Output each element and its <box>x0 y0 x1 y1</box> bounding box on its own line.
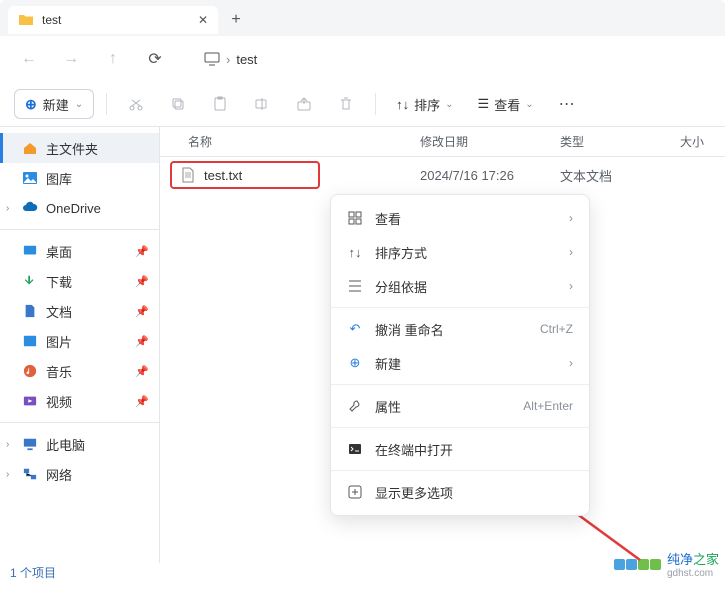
pictures-icon <box>22 333 38 349</box>
ctx-view[interactable]: 查看 › <box>331 201 589 235</box>
sidebar-item-desktop[interactable]: 桌面 📌 <box>0 236 159 266</box>
file-name: test.txt <box>204 168 242 183</box>
file-row[interactable]: test.txt 2024/7/16 17:26 文本文档 <box>160 157 725 193</box>
forward-button[interactable]: → <box>56 44 86 74</box>
sort-icon: ↑↓ <box>347 244 363 260</box>
sidebar-item-pictures[interactable]: 图片 📌 <box>0 326 159 356</box>
wrench-icon <box>347 398 363 414</box>
new-tab-button[interactable]: + <box>222 6 250 34</box>
ctx-terminal[interactable]: 在终端中打开 <box>331 432 589 466</box>
ctx-undo[interactable]: ↶ 撤消 重命名 Ctrl+Z <box>331 312 589 346</box>
undo-icon: ↶ <box>347 321 363 337</box>
pin-icon: 📌 <box>135 305 149 318</box>
download-icon <box>22 273 38 289</box>
file-highlight: test.txt <box>170 161 320 189</box>
context-menu: 查看 › ↑↓ 排序方式 › 分组依据 › ↶ 撤消 重命名 Ctrl+Z ⊕ … <box>330 194 590 516</box>
column-date[interactable]: 修改日期 <box>420 133 560 150</box>
more-button[interactable]: ⋯ <box>550 89 584 119</box>
chevron-down-icon: ⌄ <box>75 99 83 110</box>
share-icon[interactable] <box>287 89 321 119</box>
column-size[interactable]: 大小 <box>680 133 704 150</box>
chevron-right-icon: › <box>569 279 573 293</box>
chevron-down-icon: ⌄ <box>525 99 533 110</box>
file-date: 2024/7/16 17:26 <box>420 168 560 183</box>
sort-icon: ↑↓ <box>396 97 409 112</box>
chevron-right-icon: › <box>226 52 230 67</box>
column-type[interactable]: 类型 <box>560 133 680 150</box>
monitor-icon <box>204 51 220 67</box>
shortcut: Ctrl+Z <box>540 322 573 336</box>
cloud-icon <box>22 200 38 216</box>
status-bar: 1 个项目 <box>10 564 56 581</box>
document-icon <box>22 303 38 319</box>
column-name[interactable]: 名称 <box>160 133 420 150</box>
home-icon <box>22 140 38 156</box>
sidebar-item-onedrive[interactable]: › OneDrive <box>0 193 159 223</box>
sidebar-item-thispc[interactable]: › 此电脑 <box>0 429 159 459</box>
shortcut: Alt+Enter <box>523 399 573 413</box>
grid-icon <box>347 210 363 226</box>
chevron-right-icon: › <box>569 245 573 259</box>
gallery-icon <box>22 170 38 186</box>
tab-title: test <box>42 13 61 27</box>
ctx-properties[interactable]: 属性 Alt+Enter <box>331 389 589 423</box>
pin-icon: 📌 <box>135 395 149 408</box>
chevron-right-icon: › <box>569 211 573 225</box>
sort-button[interactable]: ↑↓ 排序 ⌄ <box>388 89 461 119</box>
pin-icon: 📌 <box>135 365 149 378</box>
file-type: 文本文档 <box>560 166 680 185</box>
pc-icon <box>22 436 38 452</box>
terminal-icon <box>347 441 363 457</box>
video-icon <box>22 393 38 409</box>
group-icon <box>347 278 363 294</box>
chevron-down-icon: ⌄ <box>445 99 453 110</box>
chevron-right-icon: › <box>6 439 9 450</box>
close-icon[interactable]: ✕ <box>198 13 208 27</box>
music-icon <box>22 363 38 379</box>
textfile-icon <box>180 167 196 183</box>
folder-icon <box>18 12 34 28</box>
refresh-button[interactable]: ⟳ <box>140 44 170 74</box>
new-button[interactable]: ⊕ 新建 ⌄ <box>14 89 94 119</box>
new-label: 新建 <box>43 95 69 114</box>
chevron-right-icon: › <box>6 469 9 480</box>
ctx-more[interactable]: 显示更多选项 <box>331 475 589 509</box>
view-icon: ☰ <box>478 96 490 112</box>
plus-icon: ⊕ <box>347 355 363 371</box>
sidebar-item-music[interactable]: 音乐 📌 <box>0 356 159 386</box>
delete-icon[interactable] <box>329 89 363 119</box>
sidebar-item-gallery[interactable]: 图库 <box>0 163 159 193</box>
rename-icon[interactable] <box>245 89 279 119</box>
more-icon <box>347 484 363 500</box>
watermark: 纯净之家 gdhst.com <box>614 549 719 579</box>
sidebar-item-documents[interactable]: 文档 📌 <box>0 296 159 326</box>
sidebar: 主文件夹 图库 › OneDrive 桌面 📌 下载 📌 文档 📌 <box>0 127 160 563</box>
tab-test[interactable]: test ✕ <box>8 6 218 34</box>
sidebar-item-network[interactable]: › 网络 <box>0 459 159 489</box>
up-button[interactable]: ↑ <box>98 44 128 74</box>
ctx-sort[interactable]: ↑↓ 排序方式 › <box>331 235 589 269</box>
sidebar-item-videos[interactable]: 视频 📌 <box>0 386 159 416</box>
pin-icon: 📌 <box>135 275 149 288</box>
cut-icon[interactable] <box>119 89 153 119</box>
network-icon <box>22 466 38 482</box>
chevron-right-icon: › <box>6 203 9 214</box>
view-button[interactable]: ☰ 查看 ⌄ <box>470 89 542 119</box>
pin-icon: 📌 <box>135 245 149 258</box>
path-segment[interactable]: test <box>236 52 257 67</box>
desktop-icon <box>22 243 38 259</box>
ctx-new[interactable]: ⊕ 新建 › <box>331 346 589 380</box>
sidebar-item-home[interactable]: 主文件夹 <box>0 133 159 163</box>
pin-icon: 📌 <box>135 335 149 348</box>
sidebar-item-downloads[interactable]: 下载 📌 <box>0 266 159 296</box>
ctx-group[interactable]: 分组依据 › <box>331 269 589 303</box>
plus-icon: ⊕ <box>25 96 37 113</box>
copy-icon[interactable] <box>161 89 195 119</box>
back-button[interactable]: ← <box>14 44 44 74</box>
path-bar[interactable]: › test <box>204 51 257 67</box>
paste-icon[interactable] <box>203 89 237 119</box>
chevron-right-icon: › <box>569 356 573 370</box>
